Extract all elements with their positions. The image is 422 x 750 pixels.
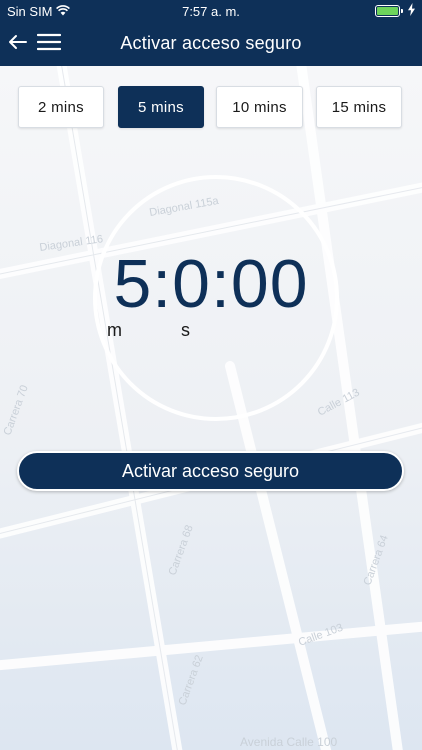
duration-15-mins-button[interactable]: 15 mins [316, 86, 402, 128]
page-title: Activar acceso seguro [120, 33, 302, 53]
map-label: Calle 103 [297, 622, 345, 649]
status-time: 7:57 a. m. [182, 4, 240, 19]
status-bar: Sin SIM 7:57 a. m. [0, 0, 422, 22]
battery-icon [375, 5, 403, 17]
app-header: Sin SIM 7:57 a. m. Activar acceso seguro [0, 0, 422, 66]
duration-5-mins-button[interactable]: 5 mins [118, 86, 204, 128]
map-label: Carrera 70 [2, 384, 31, 438]
map-label: Avenida Calle 100 [240, 735, 338, 749]
seconds-label: s [181, 320, 190, 340]
duration-2-mins-button[interactable]: 2 mins [18, 86, 104, 128]
map-label: Carrera 68 [167, 524, 196, 578]
map-label: Carrera 62 [177, 654, 206, 708]
countdown-timer: 5:0:00 [113, 246, 309, 322]
duration-10-mins-button[interactable]: 10 mins [216, 86, 303, 128]
charging-icon [408, 3, 415, 19]
minutes-label: m [107, 320, 122, 340]
activate-secure-access-button[interactable]: Activar acceso seguro [17, 451, 404, 491]
